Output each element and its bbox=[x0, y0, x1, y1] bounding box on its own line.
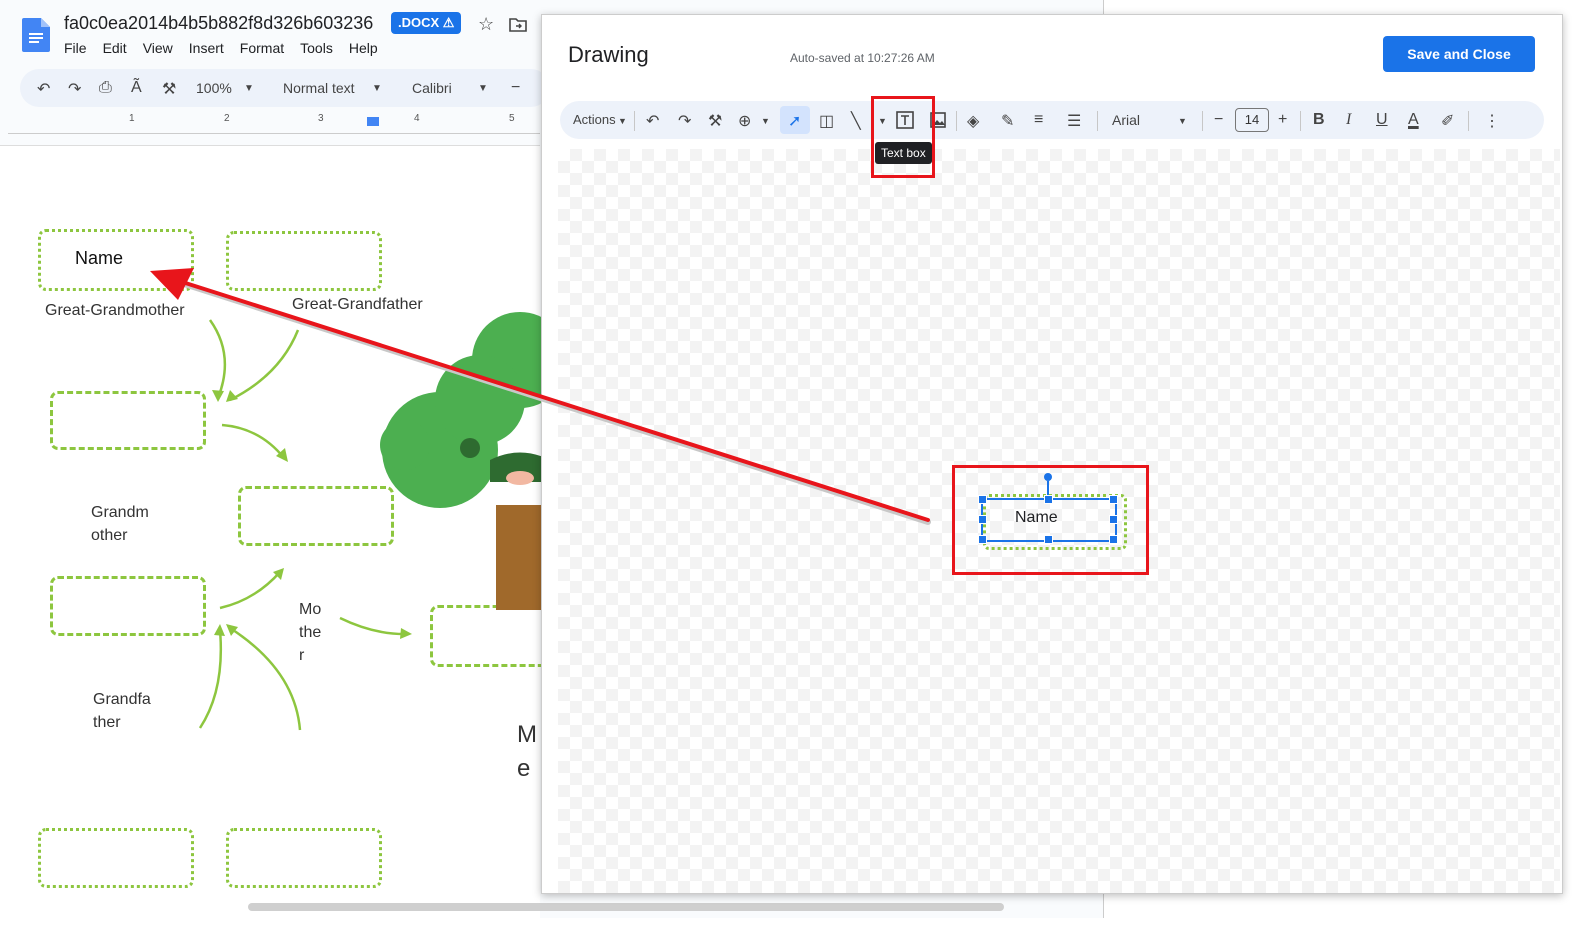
style-select[interactable]: Normal text bbox=[283, 80, 355, 96]
star-icon[interactable]: ☆ bbox=[478, 14, 494, 35]
toolbar-separator bbox=[956, 111, 957, 131]
paint-format-icon[interactable]: ⚒ bbox=[162, 79, 176, 99]
bold-icon[interactable]: B bbox=[1313, 111, 1325, 129]
ruler-number: 4 bbox=[414, 113, 420, 124]
font-select[interactable]: Arial bbox=[1112, 112, 1140, 128]
toolbar-separator bbox=[1300, 111, 1301, 131]
horizontal-scrollbar[interactable] bbox=[248, 903, 1004, 911]
tree-box[interactable] bbox=[38, 828, 194, 888]
increase-font-size-icon[interactable]: + bbox=[1278, 111, 1287, 129]
toolbar-separator bbox=[634, 111, 635, 131]
fill-color-icon[interactable]: ◈ bbox=[967, 111, 979, 131]
print-icon[interactable]: ⎙ bbox=[99, 79, 112, 97]
text-color-icon[interactable]: A bbox=[1408, 111, 1419, 129]
tree-box[interactable] bbox=[226, 828, 382, 888]
redo-icon[interactable]: ↷ bbox=[678, 111, 691, 131]
decrease-font-size-icon[interactable]: − bbox=[1214, 111, 1223, 129]
menu-edit[interactable]: Edit bbox=[103, 40, 127, 56]
font-select[interactable]: Calibri bbox=[412, 80, 452, 96]
highlight-icon[interactable]: ✐ bbox=[1441, 111, 1454, 131]
underline-icon[interactable]: U bbox=[1376, 111, 1388, 129]
border-weight-icon[interactable]: ≡ bbox=[1034, 111, 1043, 129]
select-icon[interactable]: ➚ bbox=[788, 111, 801, 131]
font-size-input[interactable]: 14 bbox=[1235, 108, 1269, 132]
docs-logo[interactable] bbox=[22, 18, 50, 52]
zoom-select[interactable]: 100% bbox=[196, 80, 232, 96]
autosave-status: Auto-saved at 10:27:26 AM bbox=[790, 51, 935, 65]
actions-menu[interactable]: Actions bbox=[573, 112, 616, 127]
redo-icon[interactable]: ↷ bbox=[68, 79, 81, 99]
menu-tools[interactable]: Tools bbox=[300, 40, 333, 56]
style-dropdown-icon[interactable]: ▼ bbox=[372, 83, 382, 94]
toolbar-separator bbox=[1097, 111, 1098, 131]
ruler-number: 2 bbox=[224, 113, 230, 124]
zoom-dropdown-icon[interactable]: ▼ bbox=[761, 116, 770, 126]
drawing-dialog: Drawing Auto-saved at 10:27:26 AM Save a… bbox=[541, 14, 1563, 894]
menu-bar: File Edit View Insert Format Tools Help bbox=[64, 40, 378, 56]
border-dash-icon[interactable]: ☰ bbox=[1067, 111, 1081, 131]
ruler-number: 1 bbox=[129, 113, 135, 124]
toolbar-separator bbox=[1202, 111, 1203, 131]
tree-illustration bbox=[198, 312, 541, 731]
shape-icon[interactable]: ◫ bbox=[819, 111, 834, 131]
menu-file[interactable]: File bbox=[64, 40, 87, 56]
font-dropdown-icon[interactable]: ▼ bbox=[478, 83, 488, 94]
undo-icon[interactable]: ↶ bbox=[646, 111, 659, 131]
ruler-number: 5 bbox=[509, 113, 515, 124]
undo-icon[interactable]: ↶ bbox=[37, 79, 50, 99]
ruler[interactable] bbox=[8, 113, 540, 134]
text-box-highlight bbox=[952, 465, 1149, 575]
toolbar-separator bbox=[1468, 111, 1469, 131]
menu-format[interactable]: Format bbox=[240, 40, 284, 56]
menu-insert[interactable]: Insert bbox=[189, 40, 224, 56]
indent-marker[interactable] bbox=[367, 117, 379, 126]
spellcheck-icon[interactable]: Ã bbox=[131, 79, 142, 97]
document-title[interactable]: fa0c0ea2014b4b5b882f8d326b603236 bbox=[64, 13, 373, 34]
text-box-highlight bbox=[871, 96, 935, 178]
actions-dropdown-icon[interactable]: ▼ bbox=[618, 116, 627, 126]
paint-format-icon[interactable]: ⚒ bbox=[708, 111, 722, 131]
move-folder-icon[interactable] bbox=[509, 17, 527, 32]
docx-badge[interactable]: .DOCX ⚠ bbox=[391, 12, 462, 34]
menu-help[interactable]: Help bbox=[349, 40, 378, 56]
decrease-font-icon[interactable]: − bbox=[511, 79, 520, 97]
drawing-title: Drawing bbox=[568, 42, 649, 67]
menu-view[interactable]: View bbox=[143, 40, 173, 56]
more-icon[interactable]: ⋮ bbox=[1484, 111, 1500, 131]
save-and-close-button[interactable]: Save and Close bbox=[1383, 36, 1535, 72]
zoom-icon[interactable]: ⊕ bbox=[738, 111, 751, 131]
font-dropdown-icon[interactable]: ▼ bbox=[1178, 116, 1187, 126]
ruler-number: 3 bbox=[318, 113, 324, 124]
zoom-dropdown-icon[interactable]: ▼ bbox=[244, 83, 254, 94]
border-color-icon[interactable]: ✎ bbox=[1001, 111, 1014, 131]
line-icon[interactable]: ╲ bbox=[851, 111, 861, 131]
italic-icon[interactable]: I bbox=[1346, 111, 1351, 129]
